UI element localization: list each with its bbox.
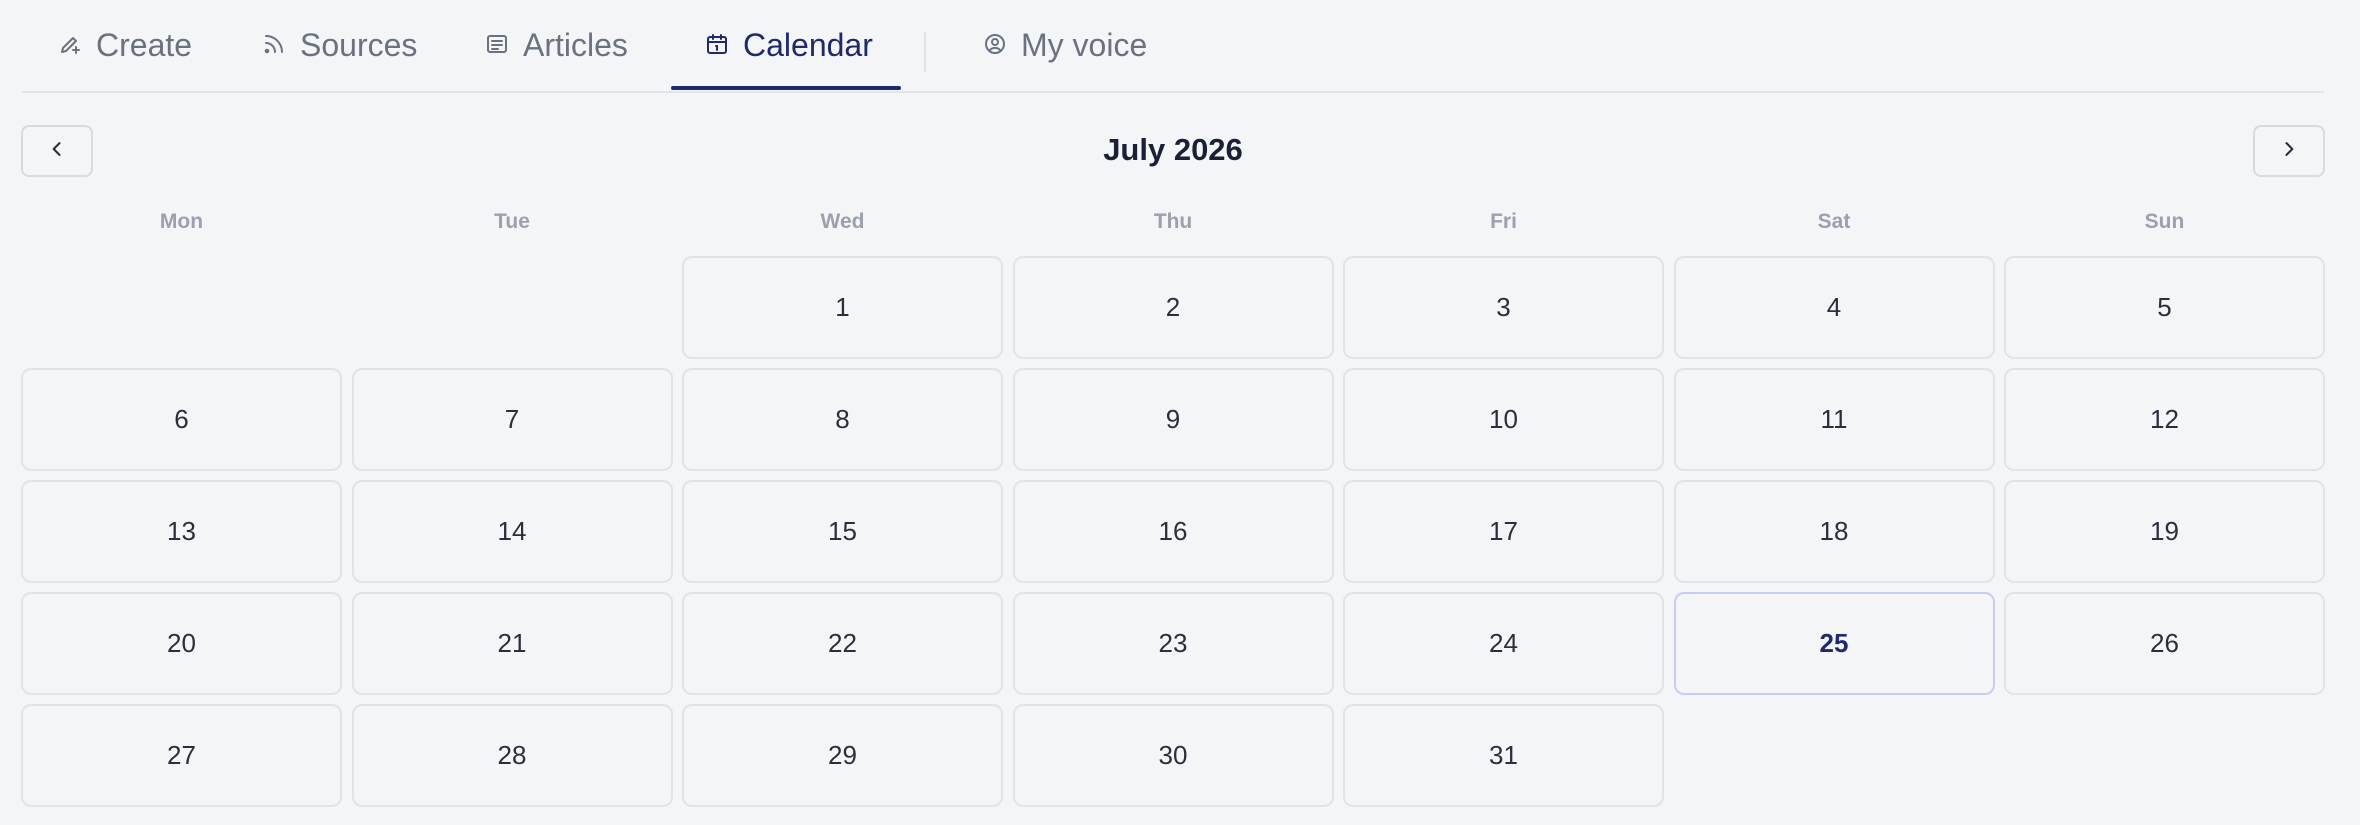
day-cell[interactable]: 15 <box>682 480 1003 583</box>
tab-calendar[interactable]: Calendar <box>699 0 879 91</box>
day-cell[interactable]: 12 <box>2004 368 2325 471</box>
weekday-label: Sun <box>2144 210 2185 233</box>
weekday-label: Thu <box>1153 210 1193 233</box>
tab-articles-label: Articles <box>523 27 628 63</box>
calendar-icon <box>705 27 729 64</box>
day-cell[interactable]: 19 <box>2004 480 2325 583</box>
weekday-label: Wed <box>820 210 865 233</box>
day-cell[interactable]: 22 <box>682 592 1003 695</box>
day-cell[interactable]: 4 <box>1673 256 1995 359</box>
weekday-label: Sat <box>1817 210 1851 233</box>
day-cell[interactable]: 6 <box>21 368 342 471</box>
tab-my-voice[interactable]: My voice <box>977 0 1153 91</box>
day-cell[interactable]: 10 <box>1343 368 1664 471</box>
tab-articles[interactable]: Articles <box>479 0 634 91</box>
tab-my-voice-label: My voice <box>1021 27 1148 63</box>
calendar-grid: 1 2 3 4 5 6 7 8 9 10 11 12 13 14 15 16 17 18 19 20 21 22 23 24 2… <box>21 256 2325 807</box>
day-cell[interactable]: 7 <box>351 368 673 471</box>
day-cell[interactable]: 30 <box>1012 704 1334 807</box>
day-cell[interactable]: 26 <box>2004 592 2325 695</box>
tab-create-label: Create <box>96 27 193 63</box>
tab-bar: Create Sources Articles Calendar My voic… <box>22 0 2324 93</box>
day-cell[interactable]: 5 <box>2004 256 2325 359</box>
month-title: July 2026 <box>1103 132 1243 167</box>
day-cell[interactable]: 18 <box>1673 480 1995 583</box>
tab-sources-label: Sources <box>300 27 418 63</box>
user-circle-icon <box>983 27 1007 64</box>
day-cell[interactable]: 17 <box>1343 480 1664 583</box>
day-cell-today[interactable]: 25 <box>1673 592 1995 695</box>
tab-divider <box>924 32 926 72</box>
tab-calendar-label: Calendar <box>743 27 873 63</box>
day-cell[interactable]: 14 <box>351 480 673 583</box>
weekday-label: Mon <box>159 210 204 233</box>
day-cell[interactable]: 1 <box>682 256 1003 359</box>
rss-icon <box>262 27 286 64</box>
list-icon <box>485 27 509 64</box>
next-month-button[interactable] <box>2253 125 2325 177</box>
weekday-label: Fri <box>1490 210 1517 233</box>
day-cell[interactable]: 31 <box>1343 704 1664 807</box>
day-cell[interactable]: 13 <box>21 480 342 583</box>
day-cell[interactable]: 28 <box>351 704 673 807</box>
pencil-plus-icon <box>58 27 82 64</box>
day-cell[interactable]: 11 <box>1673 368 1995 471</box>
chevron-right-icon <box>2279 139 2299 164</box>
day-cell[interactable]: 9 <box>1012 368 1334 471</box>
tab-create[interactable]: Create <box>52 0 198 91</box>
day-cell[interactable]: 20 <box>21 592 342 695</box>
day-cell[interactable]: 24 <box>1343 592 1664 695</box>
day-cell[interactable]: 16 <box>1012 480 1334 583</box>
day-cell[interactable]: 3 <box>1343 256 1664 359</box>
day-cell[interactable]: 21 <box>351 592 673 695</box>
active-tab-indicator <box>671 86 901 90</box>
weekday-header-row: Mon Tue Wed Thu Fri Sat Sun <box>21 210 2325 234</box>
day-cell[interactable]: 29 <box>682 704 1003 807</box>
day-cell[interactable]: 8 <box>682 368 1003 471</box>
tab-sources[interactable]: Sources <box>256 0 423 91</box>
day-cell[interactable]: 2 <box>1012 256 1334 359</box>
day-cell[interactable]: 23 <box>1012 592 1334 695</box>
day-cell[interactable]: 27 <box>21 704 342 807</box>
weekday-label: Tue <box>494 210 530 233</box>
